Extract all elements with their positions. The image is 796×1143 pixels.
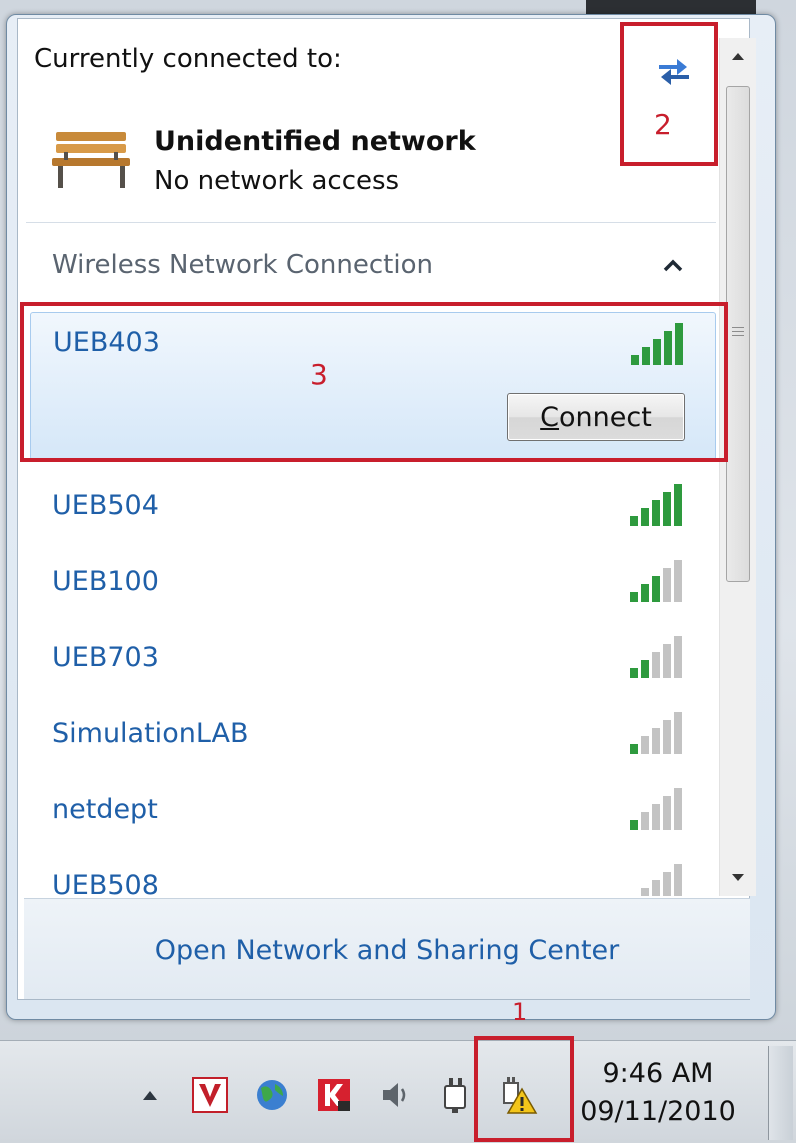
clock-time: 9:46 AM [602, 1058, 714, 1089]
annotation-box-3 [20, 302, 728, 462]
scroll-down-arrow-icon [732, 874, 744, 881]
power-tray-button[interactable] [436, 1075, 476, 1115]
kaspersky-icon [318, 1079, 350, 1111]
thumb-grip [732, 327, 744, 339]
signal-bar [630, 820, 638, 830]
signal-bar [652, 880, 660, 896]
network-ssid: UEB703 [52, 642, 159, 673]
signal-bar [674, 712, 682, 754]
network-item-simulationlab[interactable]: SimulationLAB [30, 708, 716, 768]
annotation-number-1: 1 [512, 998, 528, 1026]
network-list-scrollbar[interactable] [719, 38, 756, 896]
signal-strength-icon [630, 788, 682, 830]
signal-bar [652, 804, 660, 830]
signal-bar [663, 872, 671, 896]
signal-bar [630, 668, 638, 678]
globe-icon [257, 1080, 287, 1110]
signal-bar [630, 592, 638, 602]
current-connection-header: Currently connected to: [34, 44, 342, 74]
signal-bar [663, 644, 671, 678]
signal-bar [652, 576, 660, 602]
signal-bar [641, 888, 649, 896]
park-bench-network-icon [52, 132, 130, 188]
annotation-box-1 [474, 1036, 574, 1142]
signal-bar [641, 584, 649, 602]
signal-strength-icon [630, 712, 682, 754]
network-ssid: UEB504 [52, 490, 159, 521]
network-item-netdept[interactable]: netdept [30, 784, 716, 844]
flyout-footer: Open Network and Sharing Center [24, 898, 750, 999]
volume-tray-button[interactable] [376, 1075, 416, 1115]
signal-bar [652, 728, 660, 754]
chevron-up-icon [663, 259, 683, 272]
speaker-icon [383, 1083, 406, 1107]
signal-strength-icon [630, 484, 682, 526]
kaspersky-tray-button[interactable] [314, 1075, 354, 1115]
annotation-number-2: 2 [654, 108, 672, 141]
signal-bar [630, 744, 638, 754]
network-ssid: UEB100 [52, 566, 159, 597]
annotation-box-2 [620, 22, 718, 166]
show-hidden-icons-button[interactable] [130, 1075, 170, 1115]
wireless-section-title: Wireless Network Connection [52, 250, 433, 280]
open-network-sharing-center-link[interactable]: Open Network and Sharing Center [24, 935, 750, 966]
antivirus-tray-button[interactable] [190, 1075, 230, 1115]
show-hidden-icons-arrow [143, 1091, 157, 1100]
signal-bar [674, 788, 682, 830]
signal-strength-icon [641, 864, 682, 896]
current-network-status: No network access [154, 166, 400, 196]
clock-date: 09/11/2010 [580, 1096, 736, 1127]
network-item-ueb703[interactable]: UEB703 [30, 632, 716, 692]
collapse-section-button[interactable] [656, 250, 690, 280]
signal-bar [663, 492, 671, 526]
antivirus-v-icon [192, 1077, 228, 1113]
signal-bar [663, 720, 671, 754]
show-desktop-button[interactable] [768, 1046, 793, 1140]
signal-bar [674, 484, 682, 526]
network-ssid: SimulationLAB [52, 718, 249, 749]
signal-bar [630, 516, 638, 526]
scroll-thumb[interactable] [726, 86, 750, 582]
scroll-up-arrow-icon [732, 53, 744, 60]
taskbar: 9:46 AM 09/11/2010 [0, 1040, 796, 1143]
signal-bar [641, 812, 649, 830]
annotation-number-3: 3 [310, 358, 328, 391]
signal-bar [641, 660, 649, 678]
network-item-ueb100[interactable]: UEB100 [30, 556, 716, 616]
network-ssid: netdept [52, 794, 158, 825]
signal-bar [674, 560, 682, 602]
network-ssid: UEB508 [52, 870, 159, 896]
globe-tray-button[interactable] [252, 1075, 292, 1115]
section-divider [26, 222, 716, 223]
taskbar-clock[interactable]: 9:46 AM 09/11/2010 [578, 1055, 738, 1131]
scroll-down-button[interactable] [720, 860, 756, 896]
signal-strength-icon [630, 636, 682, 678]
scroll-up-button[interactable] [720, 38, 756, 74]
signal-bar [641, 508, 649, 526]
network-item-ueb508[interactable]: UEB508 [30, 860, 716, 896]
signal-bar [663, 568, 671, 602]
current-network-name: Unidentified network [154, 126, 476, 157]
network-item-ueb504[interactable]: UEB504 [30, 480, 716, 540]
signal-bar [674, 636, 682, 678]
signal-bar [652, 500, 660, 526]
signal-bar [652, 652, 660, 678]
signal-strength-icon [630, 560, 682, 602]
signal-bar [674, 864, 682, 896]
power-plug-icon [444, 1078, 466, 1113]
signal-bar [663, 796, 671, 830]
signal-bar [641, 736, 649, 754]
